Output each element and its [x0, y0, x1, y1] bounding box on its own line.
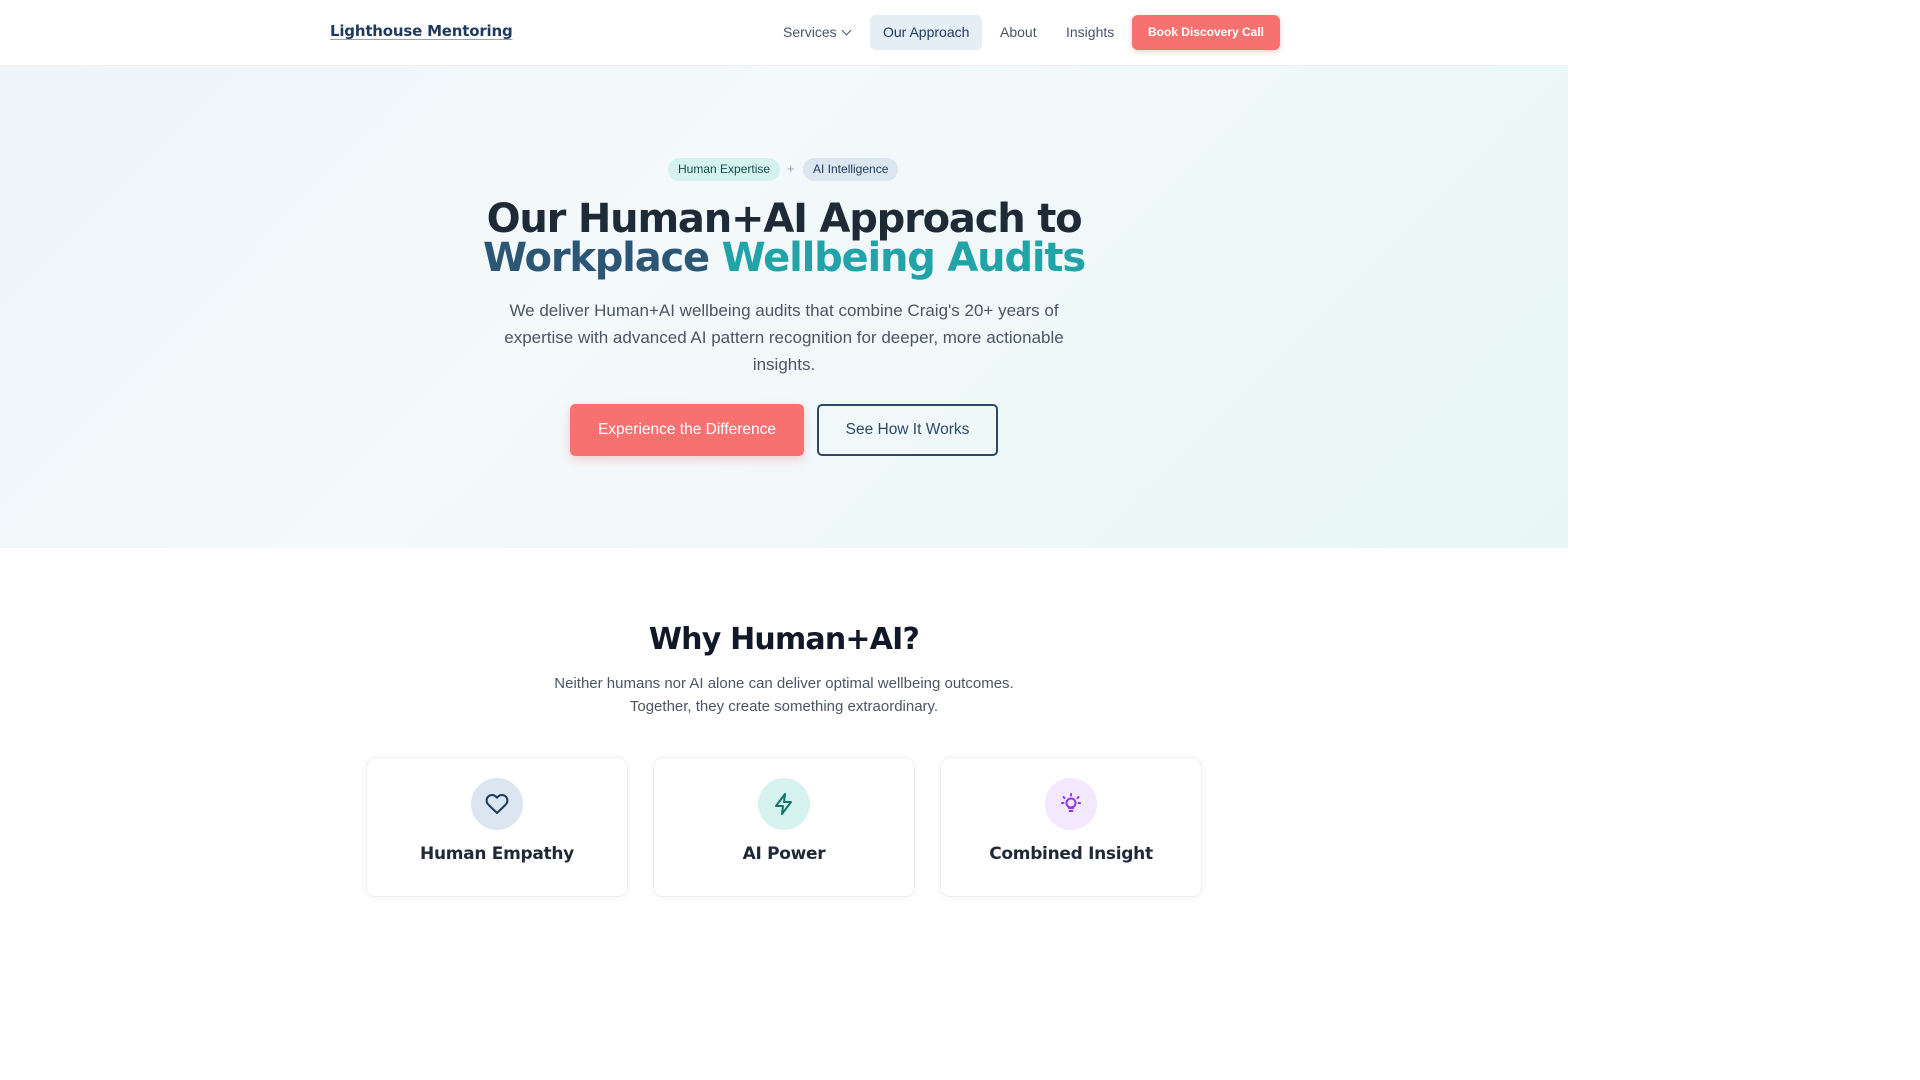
card-title: AI Power	[742, 844, 826, 864]
heart-icon	[471, 778, 523, 830]
hero-title-line2: Workplace Wellbeing Audits	[0, 238, 1568, 278]
hero-title-line1: Our Human+AI Approach to	[486, 196, 1083, 242]
why-subtitle-line1: Neither humans nor AI alone can deliver …	[554, 675, 1014, 692]
human-empathy-card: Human Empathy	[366, 757, 628, 897]
hero-subtitle: We deliver Human+AI wellbeing audits tha…	[504, 301, 1064, 374]
hero-title-workplace: Workplace	[483, 235, 710, 281]
why-section-title: Why Human+AI?	[648, 622, 920, 657]
ai-intelligence-badge: AI Intelligence	[803, 158, 899, 181]
plus-separator: +	[787, 161, 795, 176]
book-discovery-call-button[interactable]: Book Discovery Call	[1132, 15, 1280, 50]
experience-difference-button[interactable]: Experience the Difference	[570, 404, 804, 456]
nav-services-label: Services	[783, 24, 837, 40]
nav-insights[interactable]: Insights	[1053, 15, 1127, 50]
see-how-it-works-button[interactable]: See How It Works	[817, 404, 998, 456]
nav-about[interactable]: About	[987, 15, 1050, 50]
why-section-subtitle: Neither humans nor AI alone can deliver …	[484, 672, 1084, 718]
top-navigation: Lighthouse Mentoring Services Our Approa…	[0, 0, 1568, 66]
human-expertise-badge: Human Expertise	[668, 158, 781, 181]
lightning-icon	[758, 778, 810, 830]
nav-our-approach[interactable]: Our Approach	[870, 15, 983, 50]
why-subtitle-line2: Together, they create something extraord…	[629, 698, 939, 715]
ai-power-card: AI Power	[653, 757, 915, 897]
card-title: Combined Insight	[989, 844, 1153, 864]
lightbulb-icon	[1045, 778, 1097, 830]
hero-section: Human Expertise + AI Intelligence Our Hu…	[0, 66, 1568, 548]
hero-title-highlight: Wellbeing Audits	[721, 235, 1086, 281]
logo-link[interactable]: Lighthouse Mentoring	[330, 22, 513, 40]
combined-insight-card: Combined Insight	[940, 757, 1202, 897]
nav-services[interactable]: Services	[770, 15, 863, 50]
card-title: Human Empathy	[420, 844, 574, 864]
chevron-down-icon	[841, 25, 852, 36]
